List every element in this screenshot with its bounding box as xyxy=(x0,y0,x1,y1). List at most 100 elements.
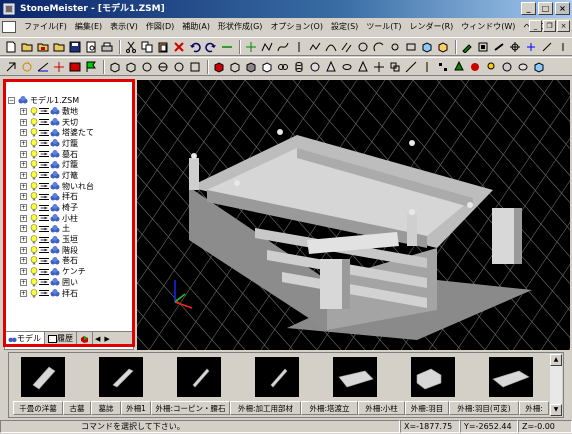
tree-item[interactable]: + 物いれ台 xyxy=(8,181,128,192)
menu-window[interactable]: ウィンドウ(W) xyxy=(457,21,519,32)
view-grid-icon[interactable] xyxy=(188,60,202,74)
expand-toggle[interactable]: + xyxy=(20,129,27,137)
cut-icon[interactable] xyxy=(124,40,138,54)
tree-item[interactable]: + 敷地 xyxy=(8,106,128,117)
menu-settings[interactable]: 設定(S) xyxy=(327,21,362,32)
pen-icon[interactable] xyxy=(39,129,49,136)
expand-toggle[interactable]: + xyxy=(20,150,27,158)
expand-toggle[interactable]: + xyxy=(20,182,27,190)
expand-toggle[interactable]: + xyxy=(20,161,27,169)
sphere-icon[interactable] xyxy=(308,60,322,74)
menu-assist[interactable]: 補助(A) xyxy=(178,21,214,32)
part-label[interactable]: 外柵:コーピン・腰石 xyxy=(151,401,230,415)
pen-icon[interactable] xyxy=(39,290,49,297)
tree-item[interactable]: + 灯籠 xyxy=(8,159,128,170)
expand-toggle[interactable]: + xyxy=(20,214,27,222)
part-label[interactable]: 外柵:加工用部材 xyxy=(230,401,301,415)
scale-icon[interactable] xyxy=(404,60,418,74)
light-bulb-icon[interactable] xyxy=(30,278,38,287)
menu-render[interactable]: レンダー(R) xyxy=(405,21,457,32)
tree-item[interactable]: + 拝石 xyxy=(8,192,128,203)
tab-history[interactable]: 履歴 xyxy=(45,332,77,345)
pen-icon[interactable] xyxy=(39,236,49,243)
expand-toggle[interactable]: + xyxy=(20,118,27,126)
part-thumbnail[interactable] xyxy=(177,357,221,397)
tree-item[interactable]: + 小柱 xyxy=(8,213,128,224)
paste-icon[interactable] xyxy=(156,40,170,54)
tree-item[interactable]: + 塔婆たて xyxy=(8,127,128,138)
tree-item[interactable]: + 灯籠 xyxy=(8,138,128,149)
print-icon[interactable] xyxy=(100,40,114,54)
open-folder-icon[interactable] xyxy=(20,40,34,54)
part-thumbnail[interactable] xyxy=(489,357,533,397)
shape-icon[interactable] xyxy=(436,40,450,54)
cone-icon[interactable] xyxy=(324,60,338,74)
light-icon[interactable] xyxy=(484,60,498,74)
expand-toggle[interactable]: + xyxy=(20,257,27,265)
pen-icon[interactable] xyxy=(39,172,49,179)
tree-icon[interactable] xyxy=(452,60,466,74)
tree-item[interactable]: + 巻石 xyxy=(8,256,128,267)
part-thumbnail[interactable] xyxy=(333,357,377,397)
pen-icon[interactable] xyxy=(39,215,49,222)
mdi-close-button[interactable]: × xyxy=(557,20,570,32)
tree-item[interactable]: + 拝石 xyxy=(8,288,128,299)
pen-icon[interactable] xyxy=(39,193,49,200)
cylinder-icon[interactable] xyxy=(292,60,306,74)
circle-icon[interactable] xyxy=(356,40,370,54)
delete-icon[interactable] xyxy=(172,40,186,54)
view-side-icon[interactable] xyxy=(156,60,170,74)
light-bulb-icon[interactable] xyxy=(30,235,38,244)
part-label[interactable]: 外柵1 xyxy=(121,401,151,415)
menu-draw[interactable]: 作図(D) xyxy=(142,21,178,32)
scroll-down-icon[interactable]: ▼ xyxy=(550,404,562,416)
tab-scroll-right-icon[interactable]: ▶ xyxy=(102,335,111,343)
menu-file[interactable]: ファイル(F) xyxy=(20,21,71,32)
new-file-icon[interactable] xyxy=(4,40,18,54)
menu-tools[interactable]: ツール(T) xyxy=(362,21,405,32)
rectangle-icon[interactable] xyxy=(404,40,418,54)
pen-icon[interactable] xyxy=(39,257,49,264)
pen-icon[interactable] xyxy=(39,183,49,190)
tree-item[interactable]: + 玉垣 xyxy=(8,234,128,245)
texture-icon[interactable] xyxy=(500,60,514,74)
tree-item[interactable]: + ケンチ xyxy=(8,266,128,277)
tool-icon[interactable] xyxy=(540,40,554,54)
part-label[interactable]: 外柵:羽目 xyxy=(405,401,449,415)
mirror-icon[interactable] xyxy=(420,60,434,74)
select-icon[interactable] xyxy=(4,60,18,74)
solid-red-icon[interactable] xyxy=(212,60,226,74)
part-thumbnail[interactable] xyxy=(411,357,455,397)
menu-view[interactable]: 表示(V) xyxy=(106,21,142,32)
light-bulb-icon[interactable] xyxy=(30,139,38,148)
hidden-line-icon[interactable] xyxy=(260,60,274,74)
tree-root[interactable]: − モデル1.ZSM xyxy=(8,94,128,106)
collapse-toggle[interactable]: − xyxy=(8,96,15,104)
tool-icon[interactable] xyxy=(508,40,522,54)
expand-toggle[interactable]: + xyxy=(20,193,27,201)
light-bulb-icon[interactable] xyxy=(30,160,38,169)
undo-icon[interactable] xyxy=(188,40,202,54)
expand-toggle[interactable]: + xyxy=(20,107,27,115)
expand-toggle[interactable]: + xyxy=(20,204,27,212)
expand-toggle[interactable]: + xyxy=(20,289,27,297)
rotate-icon[interactable] xyxy=(20,60,34,74)
mdi-minimize-button[interactable]: _ xyxy=(529,20,542,32)
menu-edit[interactable]: 編集(E) xyxy=(71,21,106,32)
tree-item[interactable]: + 囲い xyxy=(8,277,128,288)
part-label[interactable]: 古墓 xyxy=(63,401,91,415)
render-icon[interactable] xyxy=(68,60,82,74)
flag-icon[interactable] xyxy=(84,60,98,74)
part-label[interactable]: 外柵: xyxy=(519,401,549,415)
pen-icon[interactable] xyxy=(39,204,49,211)
part-label[interactable]: 外柵:小柱 xyxy=(358,401,405,415)
tool-icon[interactable] xyxy=(476,40,490,54)
expand-toggle[interactable]: + xyxy=(20,171,27,179)
part-label[interactable]: 外柵:塔渡立 xyxy=(301,401,358,415)
tool-icon[interactable] xyxy=(460,40,474,54)
scroll-up-icon[interactable]: ▲ xyxy=(550,354,562,366)
expand-toggle[interactable]: + xyxy=(20,236,27,244)
tab-model[interactable]: モデル xyxy=(5,332,45,345)
light-bulb-icon[interactable] xyxy=(30,267,38,276)
expand-toggle[interactable]: + xyxy=(20,278,27,286)
